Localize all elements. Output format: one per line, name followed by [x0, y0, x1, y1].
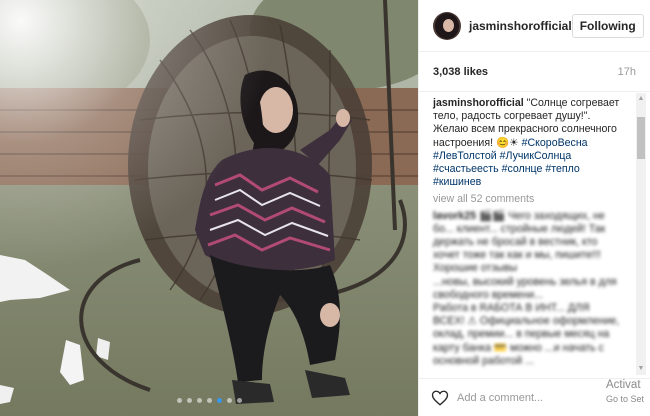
post-details-panel: jasminshorofficial Following 3,038 likes…	[418, 0, 650, 416]
carousel-indicator	[0, 398, 418, 403]
comment-item: lavork25 🎬🎬 Чего заходящих, не бо... кли…	[433, 210, 620, 276]
post-username[interactable]: jasminshorofficial	[469, 19, 572, 33]
blurred-comments: lavork25 🎬🎬 Чего заходящих, не бо... кли…	[433, 210, 620, 368]
comment-item: Работа в RAБОТА В ИНТ... ДЛЯ ВСЕХ! ⚠ Офи…	[433, 302, 620, 368]
carousel-dot[interactable]	[196, 398, 202, 403]
carousel-dot[interactable]	[226, 398, 232, 403]
comment-text: Работа в RAБОТА В ИНТ... ДЛЯ ВСЕХ! ⚠ Офи…	[433, 302, 620, 367]
comment-item: ...новы, высокий уровень зелья в для сво…	[433, 276, 620, 302]
carousel-dot[interactable]	[206, 398, 212, 403]
photo-illustration	[0, 0, 418, 416]
watermark-line2: Go to Set	[606, 394, 645, 404]
scroll-down-arrow-icon[interactable]: ▼	[636, 365, 646, 373]
carousel-dot-active[interactable]	[216, 398, 222, 403]
caption-username[interactable]: jasminshorofficial	[433, 97, 524, 109]
hashtag[interactable]: #ЛучикСолнца	[500, 150, 572, 162]
activation-watermark: Activat Go to Set	[606, 378, 644, 406]
heart-icon[interactable]	[431, 389, 449, 407]
scroll-thumb[interactable]	[637, 117, 645, 159]
post-photo[interactable]	[0, 0, 418, 416]
avatar[interactable]	[433, 11, 461, 40]
hashtag[interactable]: #ЛевТолстой	[433, 150, 497, 162]
comment-username[interactable]: lavork25	[433, 210, 476, 222]
hashtag[interactable]: #тепло	[545, 163, 579, 175]
following-button[interactable]: Following	[571, 13, 644, 38]
carousel-dot[interactable]	[236, 398, 242, 403]
hashtag[interactable]: #счастьеесть	[433, 163, 499, 175]
carousel-dot[interactable]	[186, 398, 192, 403]
comment-text: ...новы, высокий уровень зелья в для сво…	[433, 275, 617, 301]
likes-count[interactable]: 3,038 likes	[433, 66, 488, 78]
comments-scrollbar[interactable]: ▲ ▼	[636, 93, 646, 375]
post-header: jasminshorofficial Following	[419, 0, 650, 52]
post-time[interactable]: 17h	[618, 66, 636, 78]
watermark-line1: Activat	[606, 379, 641, 391]
hashtag[interactable]: #солнце	[502, 163, 543, 175]
caption: jasminshorofficial "Солнце согревает тел…	[433, 97, 620, 189]
hashtag[interactable]: #кишинев	[433, 176, 481, 188]
carousel-dot[interactable]	[176, 398, 182, 403]
post-meta: 3,038 likes 17h	[419, 52, 650, 92]
comments-list: jasminshorofficial "Солнце согревает тел…	[419, 93, 634, 378]
view-all-comments-link[interactable]: view all 52 comments	[433, 193, 620, 206]
hashtag[interactable]: #СкороВесна	[522, 137, 588, 149]
scroll-up-arrow-icon[interactable]: ▲	[636, 95, 646, 103]
